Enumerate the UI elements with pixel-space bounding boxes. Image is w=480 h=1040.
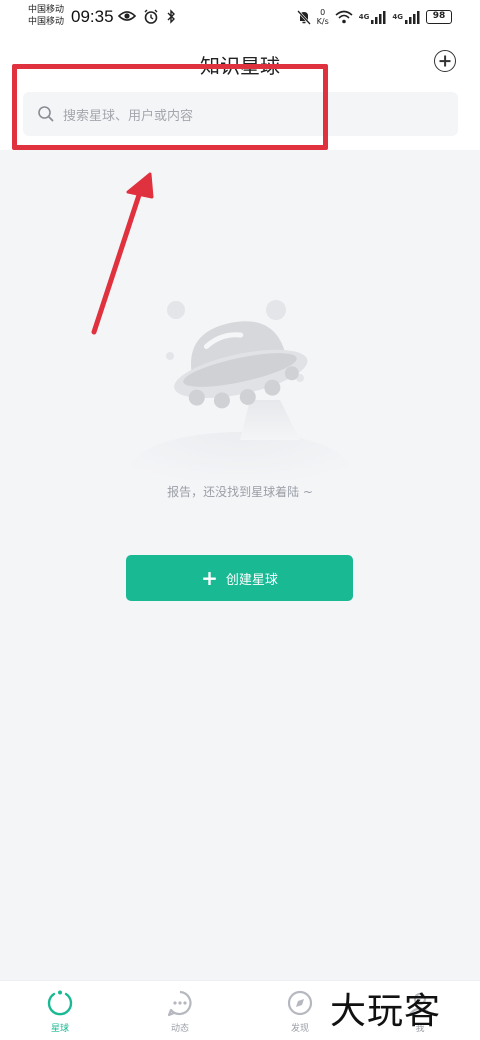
watermark: 大玩客: [330, 991, 442, 1032]
speed-value: 0: [320, 8, 326, 17]
annotation-highlight-box: [12, 64, 328, 150]
nav-item-discover[interactable]: 发现: [270, 989, 330, 1034]
carrier-2: 中国移动: [28, 17, 65, 27]
speed-unit: K/s: [316, 17, 329, 26]
nav-label-planet: 星球: [50, 1024, 69, 1034]
carrier-info: 中国移动 中国移动: [28, 4, 64, 28]
alarm-icon: [144, 9, 158, 24]
clock: 09:35: [71, 7, 114, 26]
ufo-illustration: [130, 300, 350, 480]
chat-icon: [167, 990, 192, 1017]
nav-item-feed[interactable]: 动态: [150, 989, 210, 1034]
network-speed: 0 K/s: [317, 8, 329, 26]
status-bar: 中国移动 中国移动 09:35 0 K/s 4G 4G 98: [0, 0, 480, 36]
empty-state-message: 报告，还没找到星球着陆 ~: [167, 485, 313, 499]
nav-label-feed: 动态: [170, 1024, 189, 1034]
planet-icon: [47, 990, 73, 1016]
network-type-1: 4G: [358, 13, 370, 21]
wifi-icon: [335, 10, 353, 24]
create-planet-button[interactable]: + 创建星球: [126, 555, 353, 601]
mute-bell-icon: [296, 9, 311, 25]
bluetooth-icon: [167, 9, 175, 24]
signal-icon: [371, 11, 386, 24]
carrier-1: 中国移动: [28, 5, 65, 15]
signal-icon: [405, 11, 420, 24]
add-button[interactable]: [434, 50, 456, 72]
annotation-arrow: [91, 172, 154, 335]
status-icons-left: [118, 9, 176, 24]
battery-indicator: 98: [426, 10, 452, 24]
compass-icon: [287, 990, 313, 1016]
status-icons-right: 0 K/s 4G 4G 98: [296, 8, 452, 26]
nav-label-discover: 发现: [290, 1024, 309, 1034]
network-type-2: 4G: [392, 13, 403, 21]
eye-icon: [118, 11, 136, 21]
plus-icon: +: [201, 566, 218, 590]
nav-item-planet[interactable]: 星球: [30, 989, 90, 1034]
create-planet-label: 创建星球: [225, 572, 278, 588]
